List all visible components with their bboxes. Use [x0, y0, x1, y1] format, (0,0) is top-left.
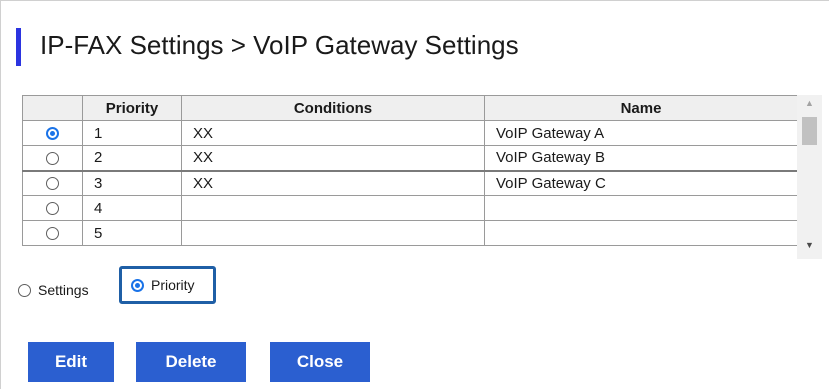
conditions-cell: XX: [181, 145, 485, 172]
row-radio[interactable]: [46, 202, 59, 216]
name-cell: [484, 220, 798, 246]
row-radio[interactable]: [46, 177, 59, 191]
settings-radio[interactable]: [18, 283, 31, 297]
conditions-cell: [181, 195, 485, 221]
scroll-up-arrow-icon[interactable]: ▲: [797, 95, 822, 112]
name-cell: VoIP Gateway C: [484, 170, 798, 196]
conditions-cell: [181, 220, 485, 246]
left-divider: [0, 0, 1, 389]
settings-option[interactable]: Settings: [18, 282, 89, 298]
delete-button[interactable]: Delete: [136, 342, 246, 382]
header-conditions[interactable]: Conditions: [181, 95, 485, 121]
table-row[interactable]: 4: [22, 195, 798, 221]
name-cell: VoIP Gateway A: [484, 120, 798, 146]
top-divider: [0, 0, 829, 1]
priority-cell: 4: [82, 195, 182, 221]
scroll-down-arrow-icon[interactable]: ▼: [797, 237, 822, 254]
name-cell: VoIP Gateway B: [484, 145, 798, 172]
table-scrollbar[interactable]: ▲ ▼: [797, 95, 822, 259]
priority-option-label: Priority: [151, 277, 195, 293]
table-row[interactable]: 3 XX VoIP Gateway C: [22, 170, 798, 196]
priority-cell: 5: [82, 220, 182, 246]
header-name[interactable]: Name: [484, 95, 798, 121]
priority-cell: 1: [82, 120, 182, 146]
edit-button[interactable]: Edit: [28, 342, 114, 382]
table-row[interactable]: 2 XX VoIP Gateway B: [22, 145, 798, 172]
gateway-table: Priority Conditions Name 1 XX VoIP Gatew…: [22, 95, 798, 246]
conditions-cell: XX: [181, 120, 485, 146]
header-select: [22, 95, 83, 121]
scroll-thumb[interactable]: [802, 117, 817, 145]
header-priority[interactable]: Priority: [82, 95, 182, 121]
title-accent-bar: [16, 28, 21, 66]
table-row[interactable]: 5: [22, 220, 798, 246]
name-cell: [484, 195, 798, 221]
row-radio[interactable]: [46, 151, 59, 165]
row-radio[interactable]: [46, 227, 59, 241]
page-title: IP-FAX Settings > VoIP Gateway Settings: [40, 30, 519, 60]
conditions-cell: XX: [181, 170, 485, 196]
priority-cell: 3: [82, 170, 182, 196]
priority-radio[interactable]: [131, 278, 144, 292]
settings-option-label: Settings: [38, 282, 89, 298]
priority-option[interactable]: Priority: [119, 266, 216, 304]
table-header-row: Priority Conditions Name: [22, 95, 798, 121]
row-radio[interactable]: [46, 127, 59, 141]
priority-cell: 2: [82, 145, 182, 172]
close-button[interactable]: Close: [270, 342, 370, 382]
gateway-table-container: Priority Conditions Name 1 XX VoIP Gatew…: [22, 95, 822, 259]
table-row[interactable]: 1 XX VoIP Gateway A: [22, 120, 798, 146]
